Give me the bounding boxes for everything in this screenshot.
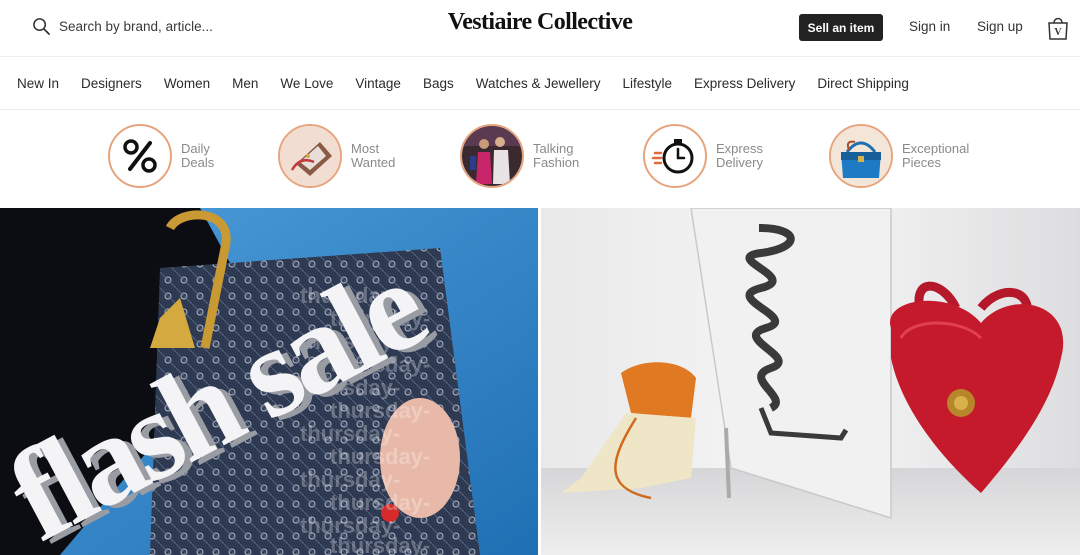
birkin-photo [829, 124, 893, 188]
shortcut-most-wanted[interactable]: Most Wanted [278, 124, 441, 188]
nav-item-direct-shipping[interactable]: Direct Shipping [817, 76, 909, 91]
flash-sale-image: thursday- thursday- thursday- thursday- … [0, 208, 538, 555]
shortcut-label: Talking Fashion [533, 141, 580, 170]
search-input[interactable] [59, 18, 259, 34]
nav-item-bags[interactable]: Bags [423, 76, 454, 91]
main-nav: New In Designers Women Men We Love Vinta… [0, 57, 1080, 110]
shortcut-label: Express Delivery [716, 141, 763, 170]
shortcut-label: Daily Deals [181, 141, 215, 170]
nav-item-watches-jewellery[interactable]: Watches & Jewellery [476, 76, 601, 91]
search-icon [33, 17, 50, 35]
site-header: Vestiaire Collective Sell an item Sign i… [0, 0, 1080, 57]
stopwatch-icon [643, 124, 707, 188]
sell-item-button[interactable]: Sell an item [799, 14, 883, 41]
bag-letter: V [1054, 27, 1062, 38]
nav-item-designers[interactable]: Designers [81, 76, 142, 91]
thursday-text: thursday- [330, 444, 430, 469]
site-logo[interactable]: Vestiaire Collective [448, 9, 633, 35]
nav-item-we-love[interactable]: We Love [280, 76, 333, 91]
shortcut-daily-deals[interactable]: Daily Deals [108, 124, 271, 188]
shortcut-talking-fashion[interactable]: Talking Fashion [460, 124, 623, 188]
shoes-bags-image [541, 208, 1080, 555]
category-shortcuts: Daily Deals Most Wanted Talking Fashion … [0, 110, 1080, 208]
shortcut-express-delivery[interactable]: Express Delivery [643, 124, 806, 188]
shortcut-label: Most Wanted [351, 141, 396, 170]
thursday-text: thursday- [330, 490, 430, 515]
handbag-photo [278, 124, 342, 188]
shortcut-label: Exceptional Pieces [902, 141, 970, 170]
thursday-text: thursday- [300, 467, 400, 492]
nav-item-vintage[interactable]: Vintage [355, 76, 401, 91]
percent-icon [108, 124, 172, 188]
shortcut-exceptional-pieces[interactable]: Exceptional Pieces [829, 124, 992, 188]
thursday-text: thursday- [330, 533, 430, 555]
nav-item-men[interactable]: Men [232, 76, 258, 91]
nav-item-express-delivery[interactable]: Express Delivery [694, 76, 795, 91]
nav-item-new-in[interactable]: New In [17, 76, 59, 91]
shopping-bag-icon[interactable]: V [1046, 15, 1070, 41]
people-photo [460, 124, 524, 188]
flash-sale-banner[interactable]: thursday- thursday- thursday- thursday- … [0, 208, 538, 555]
search-bar[interactable] [32, 14, 259, 38]
shoes-bags-banner[interactable] [541, 208, 1080, 555]
sign-up-link[interactable]: Sign up [977, 19, 1023, 34]
nav-item-women[interactable]: Women [164, 76, 210, 91]
nav-item-lifestyle[interactable]: Lifestyle [623, 76, 673, 91]
sign-in-link[interactable]: Sign in [909, 19, 950, 34]
